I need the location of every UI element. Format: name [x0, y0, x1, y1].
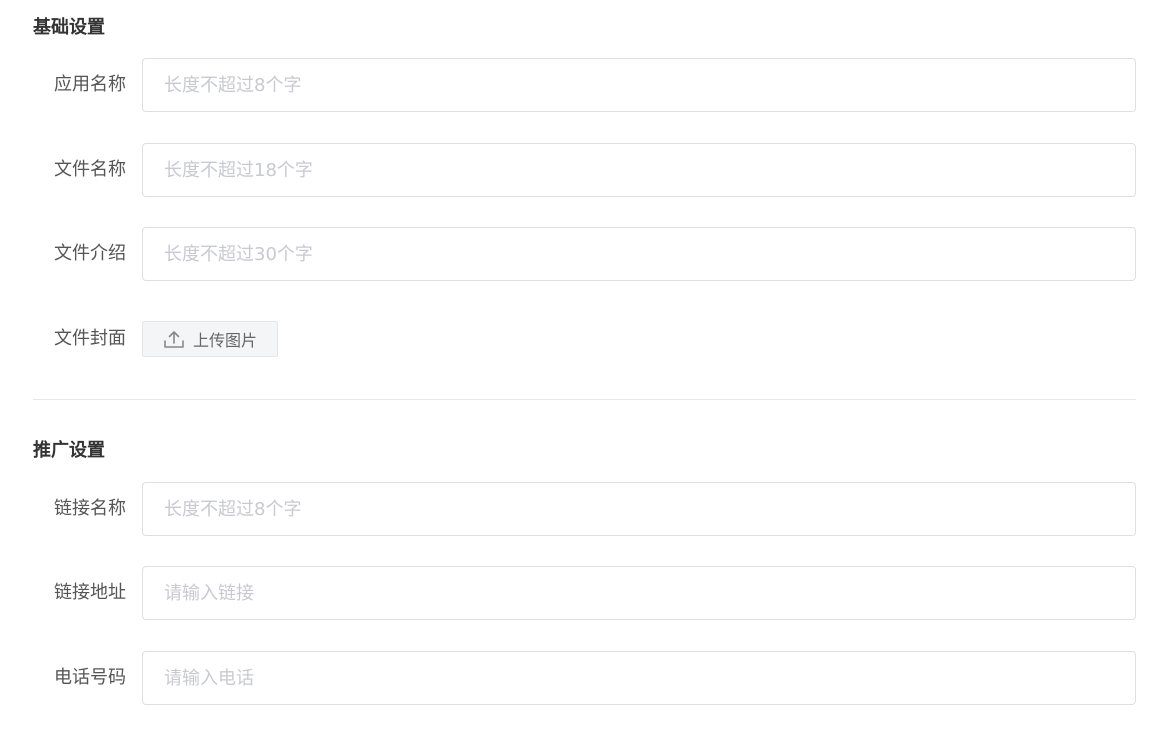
settings-form: 基础设置 应用名称 文件名称 文件介绍 文件封面 上传图片 — [0, 0, 1158, 732]
basic-settings-title: 基础设置 — [33, 17, 105, 38]
link-url-label: 链接地址 — [54, 582, 126, 603]
link-name-input[interactable] — [143, 483, 1135, 535]
section-divider — [33, 399, 1136, 400]
file-intro-input[interactable] — [143, 228, 1135, 280]
link-url-row: 链接地址 — [0, 566, 1158, 620]
file-name-row: 文件名称 — [0, 143, 1158, 197]
upload-icon — [163, 329, 185, 349]
phone-row: 电话号码 — [0, 651, 1158, 705]
upload-image-button[interactable]: 上传图片 — [142, 321, 278, 357]
file-name-field-box — [142, 143, 1136, 197]
file-name-input[interactable] — [143, 144, 1135, 196]
file-name-label: 文件名称 — [54, 159, 126, 180]
app-name-label: 应用名称 — [54, 74, 126, 95]
file-intro-label: 文件介绍 — [54, 243, 126, 264]
app-name-row: 应用名称 — [0, 58, 1158, 112]
file-cover-label: 文件封面 — [54, 328, 126, 349]
file-intro-row: 文件介绍 — [0, 227, 1158, 281]
link-url-input[interactable] — [143, 567, 1135, 619]
phone-label: 电话号码 — [54, 667, 126, 688]
file-cover-row: 文件封面 上传图片 — [0, 312, 1158, 366]
link-name-label: 链接名称 — [54, 498, 126, 519]
promo-settings-title: 推广设置 — [33, 440, 105, 461]
phone-field-box — [142, 651, 1136, 705]
link-name-field-box — [142, 482, 1136, 536]
link-url-field-box — [142, 566, 1136, 620]
link-name-row: 链接名称 — [0, 482, 1158, 536]
app-name-input[interactable] — [143, 59, 1135, 111]
file-intro-field-box — [142, 227, 1136, 281]
phone-input[interactable] — [143, 652, 1135, 704]
upload-image-label: 上传图片 — [192, 331, 257, 350]
app-name-field-box — [142, 58, 1136, 112]
